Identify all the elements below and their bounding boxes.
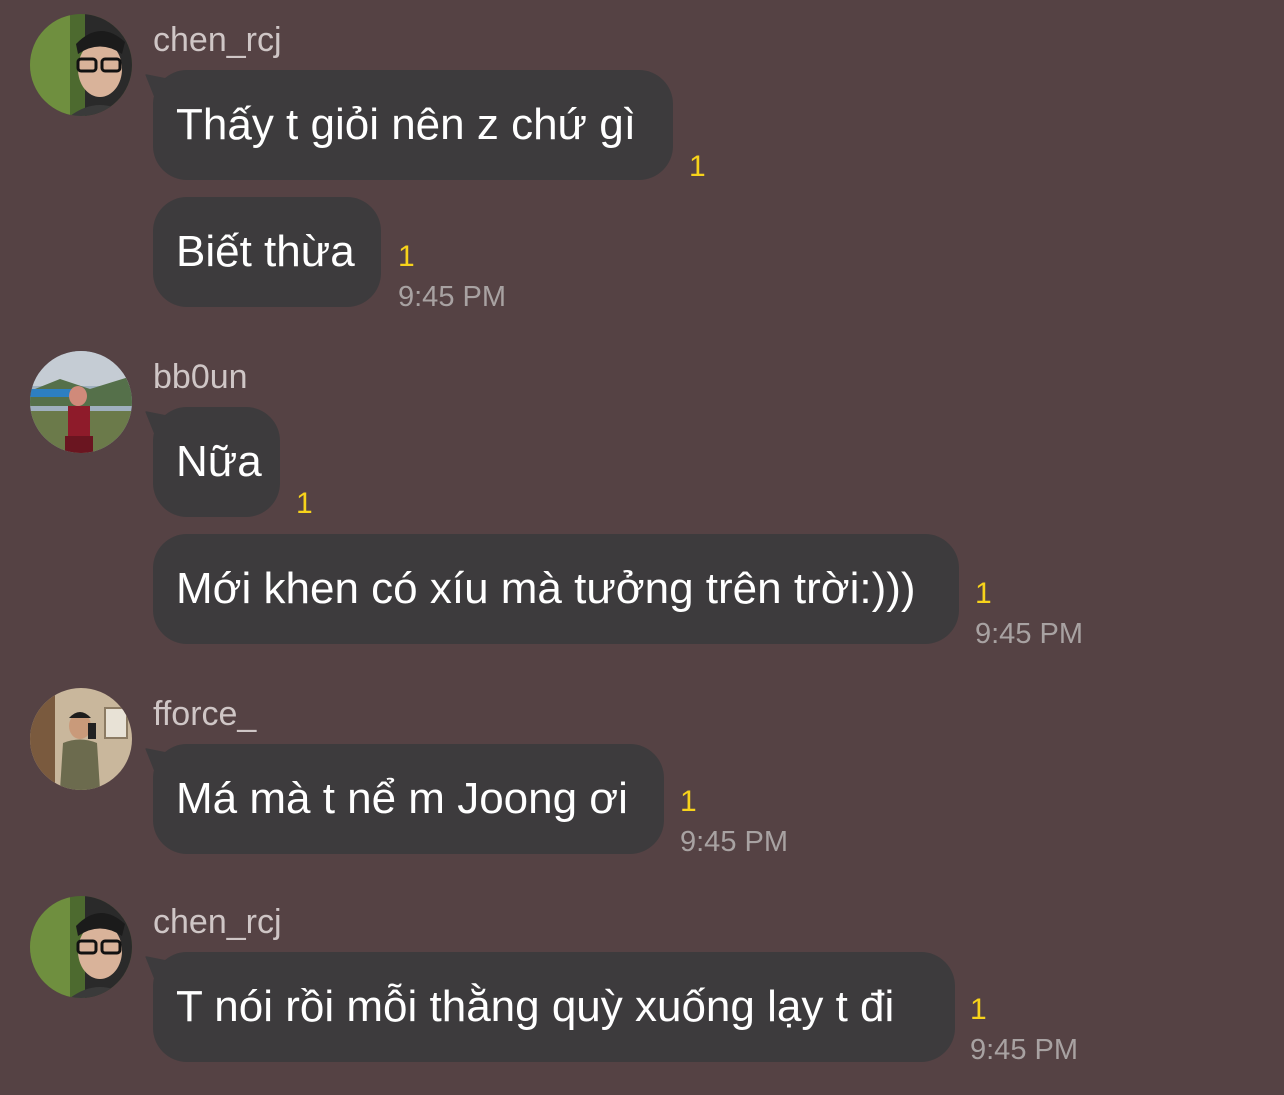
avatar[interactable] <box>30 688 132 790</box>
unread-count: 1 <box>970 993 987 1026</box>
message-bubble[interactable]: T nói rồi mỗi thằng quỳ xuống lạy t đi <box>153 952 955 1062</box>
sender-name: fforce_ <box>153 695 257 733</box>
sender-name: bb0un <box>153 358 248 396</box>
message-text: T nói rồi mỗi thằng quỳ xuống lạy t đi <box>176 982 895 1031</box>
unread-count: 1 <box>975 577 992 610</box>
avatar[interactable] <box>30 896 132 998</box>
message-text: Biết thừa <box>176 227 355 276</box>
unread-count: 1 <box>680 785 697 818</box>
message-bubble[interactable]: Nữa <box>153 407 280 517</box>
unread-count: 1 <box>296 487 313 520</box>
message-text: Má mà t nể m Joong ơi <box>176 774 628 823</box>
sender-name: chen_rcj <box>153 21 282 59</box>
message-text: Mới khen có xíu mà tưởng trên trời:))) <box>176 564 916 613</box>
avatar[interactable] <box>30 14 132 116</box>
timestamp: 9:45 PM <box>680 826 788 858</box>
timestamp: 9:45 PM <box>975 618 1083 650</box>
avatar[interactable] <box>30 351 132 453</box>
message-text: Nữa <box>176 437 262 486</box>
timestamp: 9:45 PM <box>970 1034 1078 1066</box>
chat-thread[interactable]: chen_rcj Thấy t giỏi nên z chứ gì 1 Biết… <box>0 0 1284 1095</box>
message-bubble[interactable]: Biết thừa <box>153 197 381 307</box>
message-bubble[interactable]: Má mà t nể m Joong ơi <box>153 744 664 854</box>
timestamp: 9:45 PM <box>398 281 506 313</box>
unread-count: 1 <box>398 240 415 273</box>
message-bubble[interactable]: Thấy t giỏi nên z chứ gì <box>153 70 673 180</box>
message-text: Thấy t giỏi nên z chứ gì <box>176 100 636 149</box>
message-bubble[interactable]: Mới khen có xíu mà tưởng trên trời:))) <box>153 534 959 644</box>
unread-count: 1 <box>689 150 706 183</box>
sender-name: chen_rcj <box>153 903 282 941</box>
